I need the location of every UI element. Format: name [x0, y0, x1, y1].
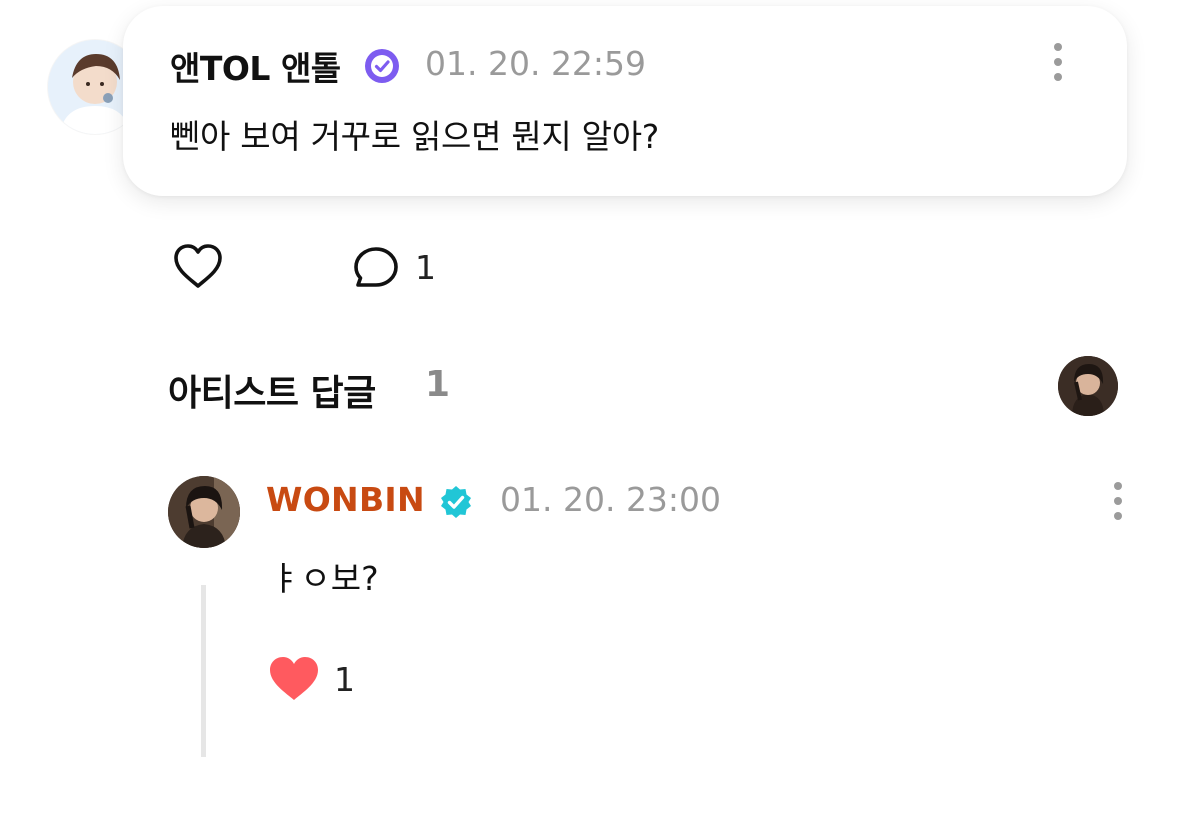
- artist-reply-avatar-preview[interactable]: [1058, 356, 1118, 416]
- thread-line: [201, 585, 206, 757]
- artist-avatar[interactable]: [168, 476, 240, 548]
- artist-replies-count: 1: [425, 364, 451, 405]
- post-more-icon[interactable]: [1048, 43, 1068, 81]
- artist-replies-title: 아티스트 답글: [168, 373, 376, 414]
- heart-outline-icon[interactable]: [172, 242, 224, 290]
- speech-bubble-icon[interactable]: [352, 245, 400, 289]
- post-body-text: 뻰아 보여 거꾸로 읽으면 뭔지 알아?: [170, 117, 660, 156]
- reply-body-text: ㅑㅇ보?: [270, 559, 379, 598]
- post-timestamp: 01. 20. 22:59: [425, 44, 647, 83]
- post-author-name[interactable]: 앤TOL 앤톨: [170, 42, 341, 90]
- artist-avatar-image: [168, 476, 240, 548]
- reply-like-count: 1: [334, 660, 355, 699]
- reply-more-icon[interactable]: [1108, 482, 1128, 520]
- fan-post-card: [123, 6, 1127, 196]
- comment-count: 1: [415, 248, 436, 287]
- reply-timestamp: 01. 20. 23:00: [500, 480, 722, 519]
- heart-filled-icon[interactable]: [267, 654, 321, 704]
- verified-badge-icon: [441, 486, 471, 518]
- reply-author-name[interactable]: WONBIN: [266, 480, 425, 519]
- verified-badge-icon: [365, 49, 399, 83]
- artist-avatar-preview-image: [1058, 356, 1118, 416]
- comment-thread-page: 앤TOL 앤톨 01. 20. 22:59 뻰아 보여 거꾸로 읽으면 뭔지 알…: [0, 0, 1179, 820]
